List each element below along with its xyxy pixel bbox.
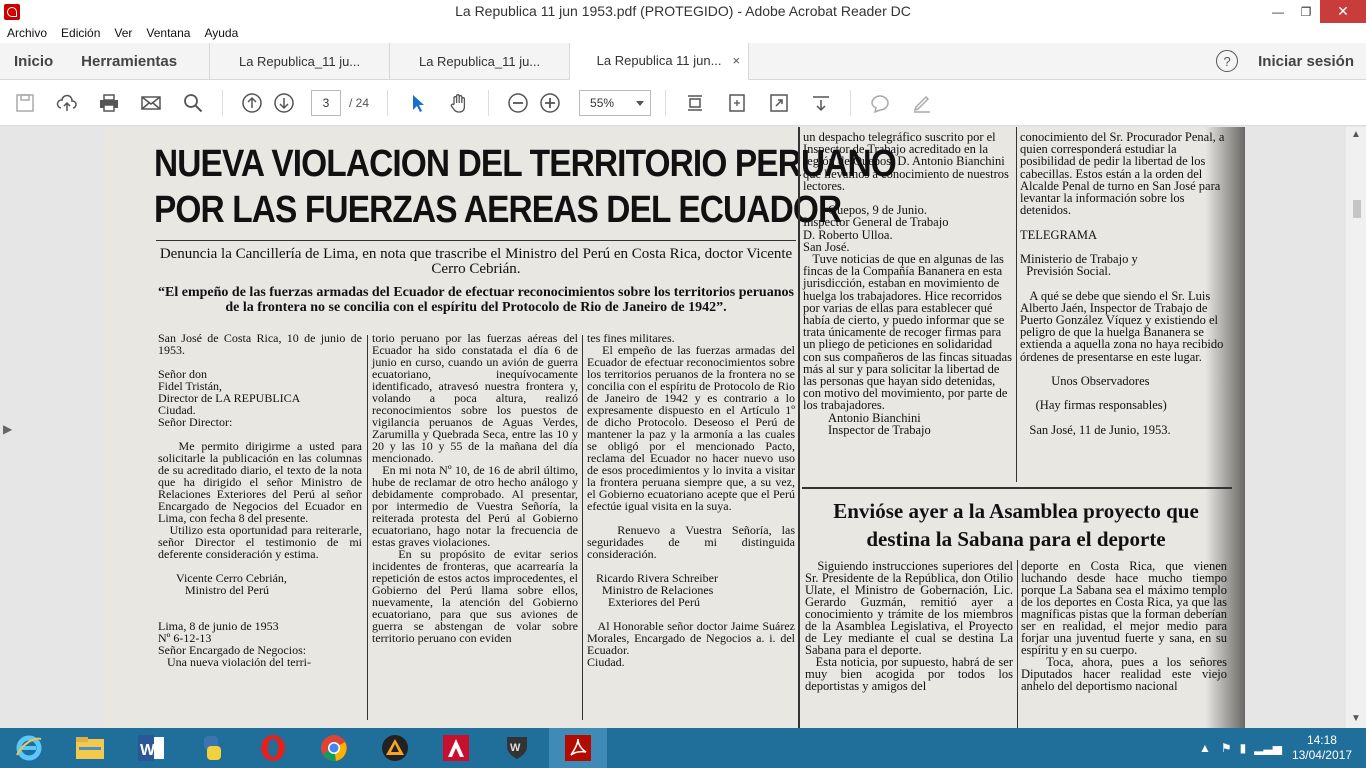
window-title: La Republica 11 jun 1953.pdf (PROTEGIDO)…: [455, 3, 911, 19]
secondary-headline: Envióse ayer a la Asamblea proyecto que …: [833, 499, 1199, 551]
tray-expand-icon[interactable]: ▲: [1199, 741, 1211, 755]
home-link[interactable]: Inicio: [0, 43, 67, 80]
signin-link[interactable]: Iniciar sesión: [1258, 53, 1354, 70]
toolbar-separator: [850, 89, 852, 116]
article-column-7: deporte en Costa Rica, que vienen luchan…: [1021, 559, 1228, 693]
toolbar-separator: [387, 89, 389, 116]
vertical-scrollbar[interactable]: ▲ ▼: [1346, 127, 1366, 728]
email-icon[interactable]: [140, 92, 162, 114]
article-column-5: conocimiento del Sr. Procurador Penal, a…: [1020, 130, 1225, 437]
article-column-4: un despacho telegráfico suscrito por el …: [803, 130, 1012, 437]
subhead: Denuncia la Cancillería de Lima, en nota…: [159, 246, 793, 277]
print-icon[interactable]: [98, 92, 120, 114]
pull-quote: “El empeño de las fuerzas armadas del Ec…: [158, 285, 794, 315]
menu-ver[interactable]: Ver: [107, 26, 139, 40]
fullscreen-icon[interactable]: [768, 92, 790, 114]
maximize-button[interactable]: ❐: [1292, 0, 1320, 23]
hand-tool-icon[interactable]: [448, 92, 470, 114]
previous-page-icon[interactable]: [241, 92, 263, 114]
battery-icon[interactable]: ▮: [1240, 741, 1247, 755]
opera-icon[interactable]: [244, 728, 302, 768]
network-flag-icon[interactable]: ⚑: [1221, 741, 1232, 755]
download-icon[interactable]: [810, 92, 832, 114]
next-page-icon[interactable]: [273, 92, 295, 114]
menu-archivo[interactable]: Archivo: [0, 26, 54, 40]
zoom-out-icon[interactable]: [507, 92, 529, 114]
scroll-up-icon[interactable]: ▲: [1351, 129, 1361, 140]
zoom-select[interactable]: 55%: [579, 89, 652, 116]
svg-text:W: W: [510, 742, 521, 754]
game-tank-icon[interactable]: W: [488, 728, 546, 768]
toolbar: 3 / 24 55%: [0, 80, 1366, 126]
column-rule: [1017, 560, 1018, 728]
search-icon[interactable]: [182, 92, 204, 114]
section-rule: [802, 487, 1232, 489]
page-number-input[interactable]: 3: [311, 89, 341, 116]
column-rule: [798, 127, 800, 728]
column-rule: [1016, 127, 1017, 482]
acrobat-taskbar-icon[interactable]: [549, 728, 607, 768]
document-viewer[interactable]: ▶ ◀ NUEVA VIOLACION DEL TERRITORIO PERUA…: [0, 127, 1366, 728]
comment-icon[interactable]: [869, 92, 891, 114]
tab-bar: Inicio Herramientas La Republica_11 ju..…: [0, 42, 1366, 80]
save-icon[interactable]: [14, 92, 36, 114]
python-icon[interactable]: [183, 728, 241, 768]
chrome-icon[interactable]: [305, 728, 363, 768]
help-icon[interactable]: ?: [1216, 50, 1239, 72]
toolbar-separator: [222, 89, 223, 116]
sign-pen-icon[interactable]: [911, 92, 933, 114]
zoom-in-icon[interactable]: [539, 92, 561, 114]
autocad-icon[interactable]: [427, 728, 485, 768]
select-cursor-icon[interactable]: [406, 92, 428, 114]
system-tray: ▲ ⚑ ▮ ▂▃▅ 14:18 13/04/2017: [1199, 733, 1366, 763]
file-explorer-icon[interactable]: [61, 728, 119, 768]
tab-label: La Republica 11 jun...: [596, 53, 722, 68]
document-tab[interactable]: La Republica_11 ju...: [389, 42, 569, 80]
rule: [156, 240, 796, 241]
headline-line-1: NUEVA VIOLACION DEL TERRITORIO PERUANO: [154, 143, 897, 185]
close-tab-icon[interactable]: ×: [732, 53, 740, 68]
column-rule: [367, 335, 368, 720]
fit-page-icon[interactable]: [726, 92, 748, 114]
clock[interactable]: 14:18 13/04/2017: [1292, 733, 1352, 763]
menu-ventana[interactable]: Ventana: [139, 26, 197, 40]
menu-edicion[interactable]: Edición: [54, 26, 107, 40]
collapse-left-icon[interactable]: ▶: [3, 422, 12, 436]
headline-line-2: POR LAS FUERZAS AEREAS DEL ECUADOR: [154, 189, 842, 231]
article-column-3: tes fines militares. El empeño de las fu…: [587, 331, 796, 669]
internet-explorer-icon[interactable]: [0, 728, 58, 768]
scrollbar-thumb[interactable]: [1353, 200, 1361, 218]
document-tab[interactable]: La Republica_11 ju...: [209, 42, 389, 80]
word-icon[interactable]: W: [122, 728, 180, 768]
signal-icon[interactable]: ▂▃▅: [1254, 741, 1282, 755]
title-bar: La Republica 11 jun 1953.pdf (PROTEGIDO)…: [0, 0, 1366, 23]
minimize-button[interactable]: —: [1264, 0, 1292, 23]
warning-app-icon[interactable]: [366, 728, 424, 768]
article-column-1: San José de Costa Rica, 10 de junio de 1…: [158, 331, 363, 669]
tools-link[interactable]: Herramientas: [67, 43, 191, 80]
taskbar: W W ▲ ⚑ ▮ ▂▃▅ 14:18 13/04/2017: [0, 728, 1366, 768]
article-column-2: torio peruano por las fuerzas aéreas del…: [372, 331, 578, 645]
tab-label: La Republica_11 ju...: [238, 53, 361, 69]
headline: NUEVA VIOLACION DEL TERRITORIO PERUANO P…: [154, 141, 897, 233]
scroll-down-icon[interactable]: ▼: [1351, 713, 1361, 724]
svg-text:W: W: [140, 742, 156, 759]
clock-time: 14:18: [1306, 733, 1337, 747]
toolbar-separator: [488, 89, 490, 116]
tab-label: La Republica_11 ju...: [418, 53, 541, 69]
pdf-page: NUEVA VIOLACION DEL TERRITORIO PERUANO P…: [104, 127, 1245, 728]
close-button[interactable]: ✕: [1320, 0, 1366, 23]
column-rule: [582, 335, 583, 720]
upload-cloud-icon[interactable]: [56, 92, 78, 114]
page-total: / 24: [349, 95, 370, 110]
menu-bar: Archivo Edición Ver Ventana Ayuda: [0, 23, 1366, 43]
scroll-mode-icon[interactable]: [684, 92, 706, 114]
clock-date: 13/04/2017: [1291, 748, 1352, 762]
menu-ayuda[interactable]: Ayuda: [197, 26, 245, 40]
toolbar-separator: [665, 89, 667, 116]
document-tab-active[interactable]: La Republica 11 jun... ×: [569, 42, 750, 80]
article-column-6: Siguiendo instrucciones superiores del S…: [805, 559, 1014, 693]
